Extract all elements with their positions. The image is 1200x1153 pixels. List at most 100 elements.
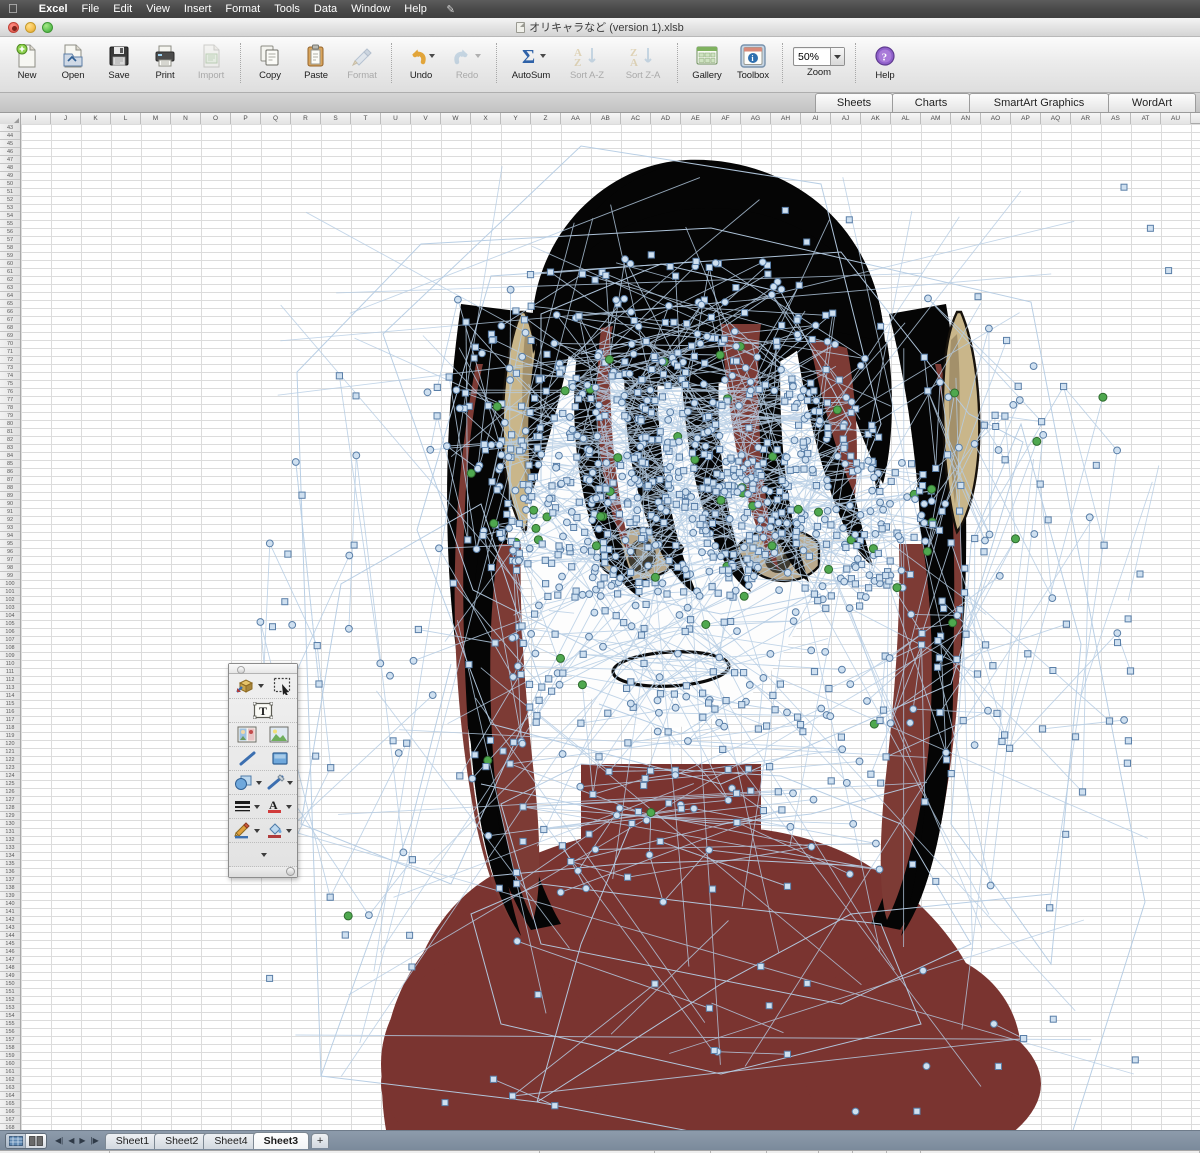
vertex-handle[interactable] xyxy=(733,488,742,497)
vertex-handle[interactable] xyxy=(879,505,887,514)
column-header-ad[interactable]: AD xyxy=(651,113,681,124)
vertex-handle[interactable] xyxy=(757,515,765,524)
column-header-v[interactable]: V xyxy=(411,113,441,124)
vertex-handle[interactable] xyxy=(985,530,994,539)
3d-effects-icon[interactable] xyxy=(235,677,264,695)
vertex-handle[interactable] xyxy=(770,548,779,557)
vertex-handle[interactable] xyxy=(690,352,698,360)
menu-item-edit[interactable]: Edit xyxy=(106,0,139,18)
vertex-handle[interactable] xyxy=(664,497,672,505)
column-header-ap[interactable]: AP xyxy=(1011,113,1041,124)
add-sheet-button[interactable]: + xyxy=(311,1133,330,1148)
vertex-handle[interactable] xyxy=(767,290,776,299)
vertex-handle[interactable] xyxy=(630,317,638,325)
undo-button[interactable]: Undo xyxy=(398,41,444,81)
print-button[interactable]: Print xyxy=(142,41,188,81)
vertex-handle[interactable] xyxy=(505,364,514,373)
vertex-handle[interactable] xyxy=(935,526,944,534)
vertex-handle[interactable] xyxy=(551,1102,559,1110)
vertex-handle[interactable] xyxy=(787,506,795,514)
vertex-handle[interactable] xyxy=(818,582,827,591)
vertex-handle[interactable] xyxy=(825,685,833,693)
vertex-handle[interactable] xyxy=(493,486,501,494)
vertex-handle[interactable] xyxy=(690,804,698,813)
vertex-handle[interactable] xyxy=(651,541,660,549)
vertex-handle[interactable] xyxy=(591,541,601,551)
vertex-handle[interactable] xyxy=(754,725,762,733)
vertex-handle[interactable] xyxy=(735,469,744,477)
vertex-handle[interactable] xyxy=(773,446,781,454)
vertex-handle[interactable] xyxy=(603,530,611,538)
vertex-handle[interactable] xyxy=(626,518,634,527)
vertex-handle[interactable] xyxy=(637,417,645,425)
vertex-handle[interactable] xyxy=(811,321,820,330)
vertex-handle[interactable] xyxy=(1124,615,1132,623)
vertex-handle[interactable] xyxy=(767,541,777,551)
vertex-handle[interactable] xyxy=(718,402,726,410)
vertex-handle[interactable] xyxy=(408,856,416,864)
vertex-handle[interactable] xyxy=(792,519,801,528)
vertex-handle[interactable] xyxy=(711,259,720,267)
vertex-handle[interactable] xyxy=(822,540,831,548)
vertex-handle[interactable] xyxy=(920,353,928,361)
last-sheet-arrow[interactable]: |▶ xyxy=(91,1136,99,1145)
vertex-handle[interactable] xyxy=(665,556,673,565)
redo-button[interactable]: Redo xyxy=(444,41,490,81)
vertex-handle[interactable] xyxy=(653,727,662,736)
vertex-handle[interactable] xyxy=(1038,725,1047,733)
menu-item-file[interactable]: File xyxy=(75,0,107,18)
vertex-handle[interactable] xyxy=(548,559,556,567)
vertex-handle[interactable] xyxy=(688,449,697,457)
vertex-handle[interactable] xyxy=(1024,650,1032,658)
vertex-handle[interactable] xyxy=(743,555,751,563)
vertex-handle[interactable] xyxy=(478,349,486,358)
vertex-handle[interactable] xyxy=(536,424,544,432)
vertex-handle[interactable] xyxy=(1048,594,1057,603)
column-header-ah[interactable]: AH xyxy=(771,113,801,124)
vertex-handle[interactable] xyxy=(651,980,659,988)
vertex-handle[interactable] xyxy=(824,482,832,491)
vertex-handle[interactable] xyxy=(1098,392,1108,402)
vertex-handle[interactable] xyxy=(950,388,960,398)
vertex-handle[interactable] xyxy=(615,510,623,518)
vertex-handle[interactable] xyxy=(724,796,733,805)
vertex-handle[interactable] xyxy=(665,474,674,483)
vertex-handle[interactable] xyxy=(919,966,927,975)
vertex-handle[interactable] xyxy=(602,485,610,493)
vertex-handle[interactable] xyxy=(817,704,826,713)
vertex-handle[interactable] xyxy=(840,444,848,452)
vertex-handle[interactable] xyxy=(509,546,517,555)
column-header-z[interactable]: Z xyxy=(531,113,561,124)
vertex-handle[interactable] xyxy=(732,284,740,292)
zoom-control[interactable]: 50% Zoom xyxy=(789,41,849,78)
vertex-handle[interactable] xyxy=(801,584,809,592)
vertex-handle[interactable] xyxy=(540,825,548,834)
vertex-handle[interactable] xyxy=(856,361,865,370)
vertex-handle[interactable] xyxy=(760,485,769,494)
vertex-handle[interactable] xyxy=(867,770,875,778)
vertex-handle[interactable] xyxy=(456,772,464,780)
vertex-handle[interactable] xyxy=(265,539,274,548)
column-header-ag[interactable]: AG xyxy=(741,113,771,124)
vertex-handle[interactable] xyxy=(822,366,830,374)
vertex-handle[interactable] xyxy=(758,258,767,267)
vertex-handle[interactable] xyxy=(524,486,533,495)
vertex-handle[interactable] xyxy=(829,309,837,317)
vertex-handle[interactable] xyxy=(730,327,739,336)
vertex-handle[interactable] xyxy=(545,675,553,683)
vertex-handle[interactable] xyxy=(512,307,520,315)
vertex-handle[interactable] xyxy=(651,396,659,404)
vertex-handle[interactable] xyxy=(909,860,917,868)
vertex-handle[interactable] xyxy=(927,484,937,494)
rectangle-tool-icon[interactable] xyxy=(271,750,289,767)
vertex-handle[interactable] xyxy=(580,545,588,554)
vertex-handle[interactable] xyxy=(809,795,818,804)
vertex-handle[interactable] xyxy=(461,389,469,397)
sheet-tab-sheet2[interactable]: Sheet2 xyxy=(154,1132,210,1149)
vertex-handle[interactable] xyxy=(775,586,783,595)
vertex-handle[interactable] xyxy=(681,488,690,496)
vertex-handle[interactable] xyxy=(625,369,634,378)
vertex-handle[interactable] xyxy=(803,238,811,246)
vertex-handle[interactable] xyxy=(906,718,914,727)
vertex-handle[interactable] xyxy=(515,549,523,557)
